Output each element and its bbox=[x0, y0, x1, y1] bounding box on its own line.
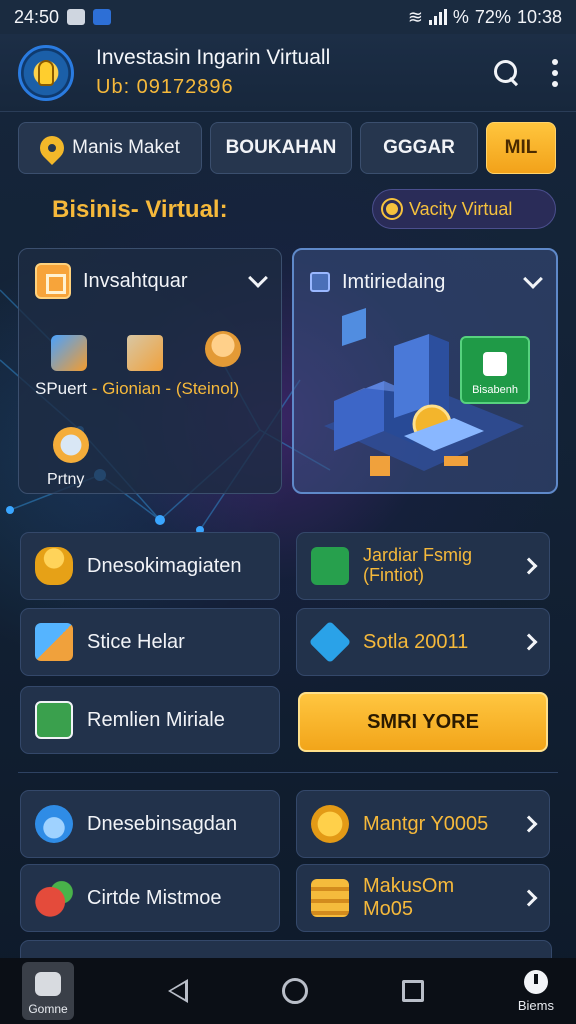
tab-gggar[interactable]: GGGAR bbox=[360, 122, 478, 174]
coin-icon bbox=[311, 805, 349, 843]
tab-boukahan[interactable]: BOUKAHAN bbox=[210, 122, 352, 174]
tab-label: GGGAR bbox=[383, 137, 455, 158]
status-battery: 72% bbox=[474, 6, 511, 27]
token-icon bbox=[383, 200, 401, 218]
investment-card[interactable]: Invsahtquar SPuert - Gionian - (Steinol)… bbox=[18, 248, 282, 494]
category-tabs: Manis Maket BOUKAHAN GGGAR MIL bbox=[18, 122, 558, 176]
virtual-chip[interactable]: Vacity Virtual bbox=[372, 189, 556, 229]
coins-icon bbox=[35, 547, 73, 585]
card-title: Invsahtquar bbox=[83, 269, 188, 292]
chevron-right-icon bbox=[520, 633, 538, 651]
lightbulb-logo-icon bbox=[18, 44, 74, 101]
list-item[interactable]: Jardiar Fsmig (Fintiot) bbox=[296, 532, 550, 600]
chip-label: Vacity Virtual bbox=[409, 198, 513, 219]
card-item[interactable]: Gionian bbox=[102, 379, 161, 398]
building-icon bbox=[51, 335, 87, 371]
status-bar: 24:50 ≋ % 72% 10:38 bbox=[0, 0, 576, 34]
avatar-icon bbox=[205, 331, 241, 367]
tab-label: BOUKAHAN bbox=[225, 137, 337, 158]
list-item[interactable]: Stice Helar bbox=[20, 608, 280, 676]
card-item[interactable]: Prtny bbox=[47, 471, 84, 489]
list-item[interactable]: Cirtde Mistmoe bbox=[20, 864, 280, 932]
stack-icon bbox=[311, 879, 349, 917]
compass-icon bbox=[523, 969, 548, 994]
home-nav-button[interactable]: Gomne bbox=[22, 962, 74, 1020]
list-item-label: Stice Helar bbox=[87, 630, 185, 653]
section-title: Bisinis- Virtual: bbox=[52, 196, 228, 223]
navigation-bar: Gomne Biems bbox=[0, 958, 576, 1024]
chevron-down-icon[interactable] bbox=[523, 269, 543, 289]
status-signal-text: % bbox=[452, 6, 469, 27]
status-clock: 10:38 bbox=[516, 6, 562, 27]
recents-icon[interactable] bbox=[401, 980, 424, 1002]
divider bbox=[18, 772, 558, 773]
notification-icon bbox=[67, 9, 86, 25]
chevron-right-icon bbox=[520, 815, 538, 833]
nav-right-button[interactable]: Biems bbox=[518, 969, 554, 1013]
list-item[interactable]: Sotla 20011 bbox=[296, 608, 550, 676]
card-item[interactable]: SPuert bbox=[35, 379, 87, 398]
app-subtitle: Ub: 09172896 bbox=[96, 76, 234, 98]
list-item-label: Dnesebinsagdan bbox=[87, 812, 238, 835]
list-item-label: Sotla 20011 bbox=[363, 630, 469, 653]
wifi-icon: ≋ bbox=[407, 6, 423, 27]
list-item-label: Mantgr Y0005 bbox=[363, 812, 489, 835]
calculator-icon bbox=[35, 263, 71, 299]
tab-label: MIL bbox=[504, 137, 538, 158]
cube-icon bbox=[310, 272, 330, 292]
tab-label: Manis Maket bbox=[72, 137, 180, 158]
tab-mil-active[interactable]: MIL bbox=[486, 122, 556, 174]
list-item-sublabel: (Fintiot) bbox=[363, 565, 425, 585]
start-button[interactable]: SMRI YORE bbox=[298, 692, 548, 752]
store-icon bbox=[35, 623, 73, 661]
back-icon[interactable] bbox=[167, 979, 188, 1003]
app-title: Investasin Ingarin Virtuall bbox=[96, 46, 331, 69]
chevron-right-icon bbox=[520, 557, 538, 575]
search-icon[interactable] bbox=[492, 58, 522, 88]
list-item[interactable]: MakusOm Mo05 bbox=[296, 864, 550, 932]
signal-icon bbox=[428, 9, 447, 25]
globe-icon bbox=[53, 427, 89, 463]
home-circle-icon[interactable] bbox=[281, 978, 308, 1004]
more-vert-icon[interactable] bbox=[552, 58, 558, 87]
card-title: Imtiriedaing bbox=[342, 270, 446, 293]
app-notification-icon bbox=[93, 9, 112, 25]
status-badge: Bisabenh bbox=[460, 336, 530, 404]
status-time: 24:50 bbox=[14, 6, 60, 27]
diamond-icon bbox=[308, 620, 352, 664]
tab-manis-maket[interactable]: Manis Maket bbox=[18, 122, 202, 174]
list-item-label: Jardiar Fsmig bbox=[363, 545, 473, 566]
location-pin-icon bbox=[35, 131, 70, 165]
list-item[interactable]: Dnesokimagiaten bbox=[20, 532, 280, 600]
list-item-label: Dnesokimagiaten bbox=[87, 554, 242, 577]
card-item[interactable]: (Steinol) bbox=[176, 379, 239, 398]
list-item-label: Cirtde Mistmoe bbox=[87, 886, 222, 909]
list-item[interactable]: Dnesebinsagdan bbox=[20, 790, 280, 858]
list-item[interactable]: Mantgr Y0005 bbox=[296, 790, 550, 858]
home-icon bbox=[483, 352, 507, 376]
home-icon bbox=[35, 972, 61, 996]
chevron-down-icon[interactable] bbox=[248, 268, 268, 288]
shop-icon bbox=[127, 335, 163, 371]
fruit-icon bbox=[35, 879, 73, 917]
growth-icon bbox=[311, 547, 349, 585]
list-item-label: MakusOm Mo05 bbox=[363, 875, 455, 920]
leaf-icon bbox=[35, 701, 73, 739]
list-item[interactable]: Remlien Miriale bbox=[20, 686, 280, 754]
card-item-row: SPuert - Gionian - (Steinol) bbox=[35, 379, 240, 398]
trading-card[interactable]: Imtiriedaing Bisabenh bbox=[292, 248, 558, 494]
list-item-label: Remlien Miriale bbox=[87, 708, 225, 731]
drop-icon bbox=[35, 805, 73, 843]
app-header: Investasin Ingarin Virtuall Ub: 09172896 bbox=[0, 34, 576, 112]
chevron-right-icon bbox=[520, 889, 538, 907]
